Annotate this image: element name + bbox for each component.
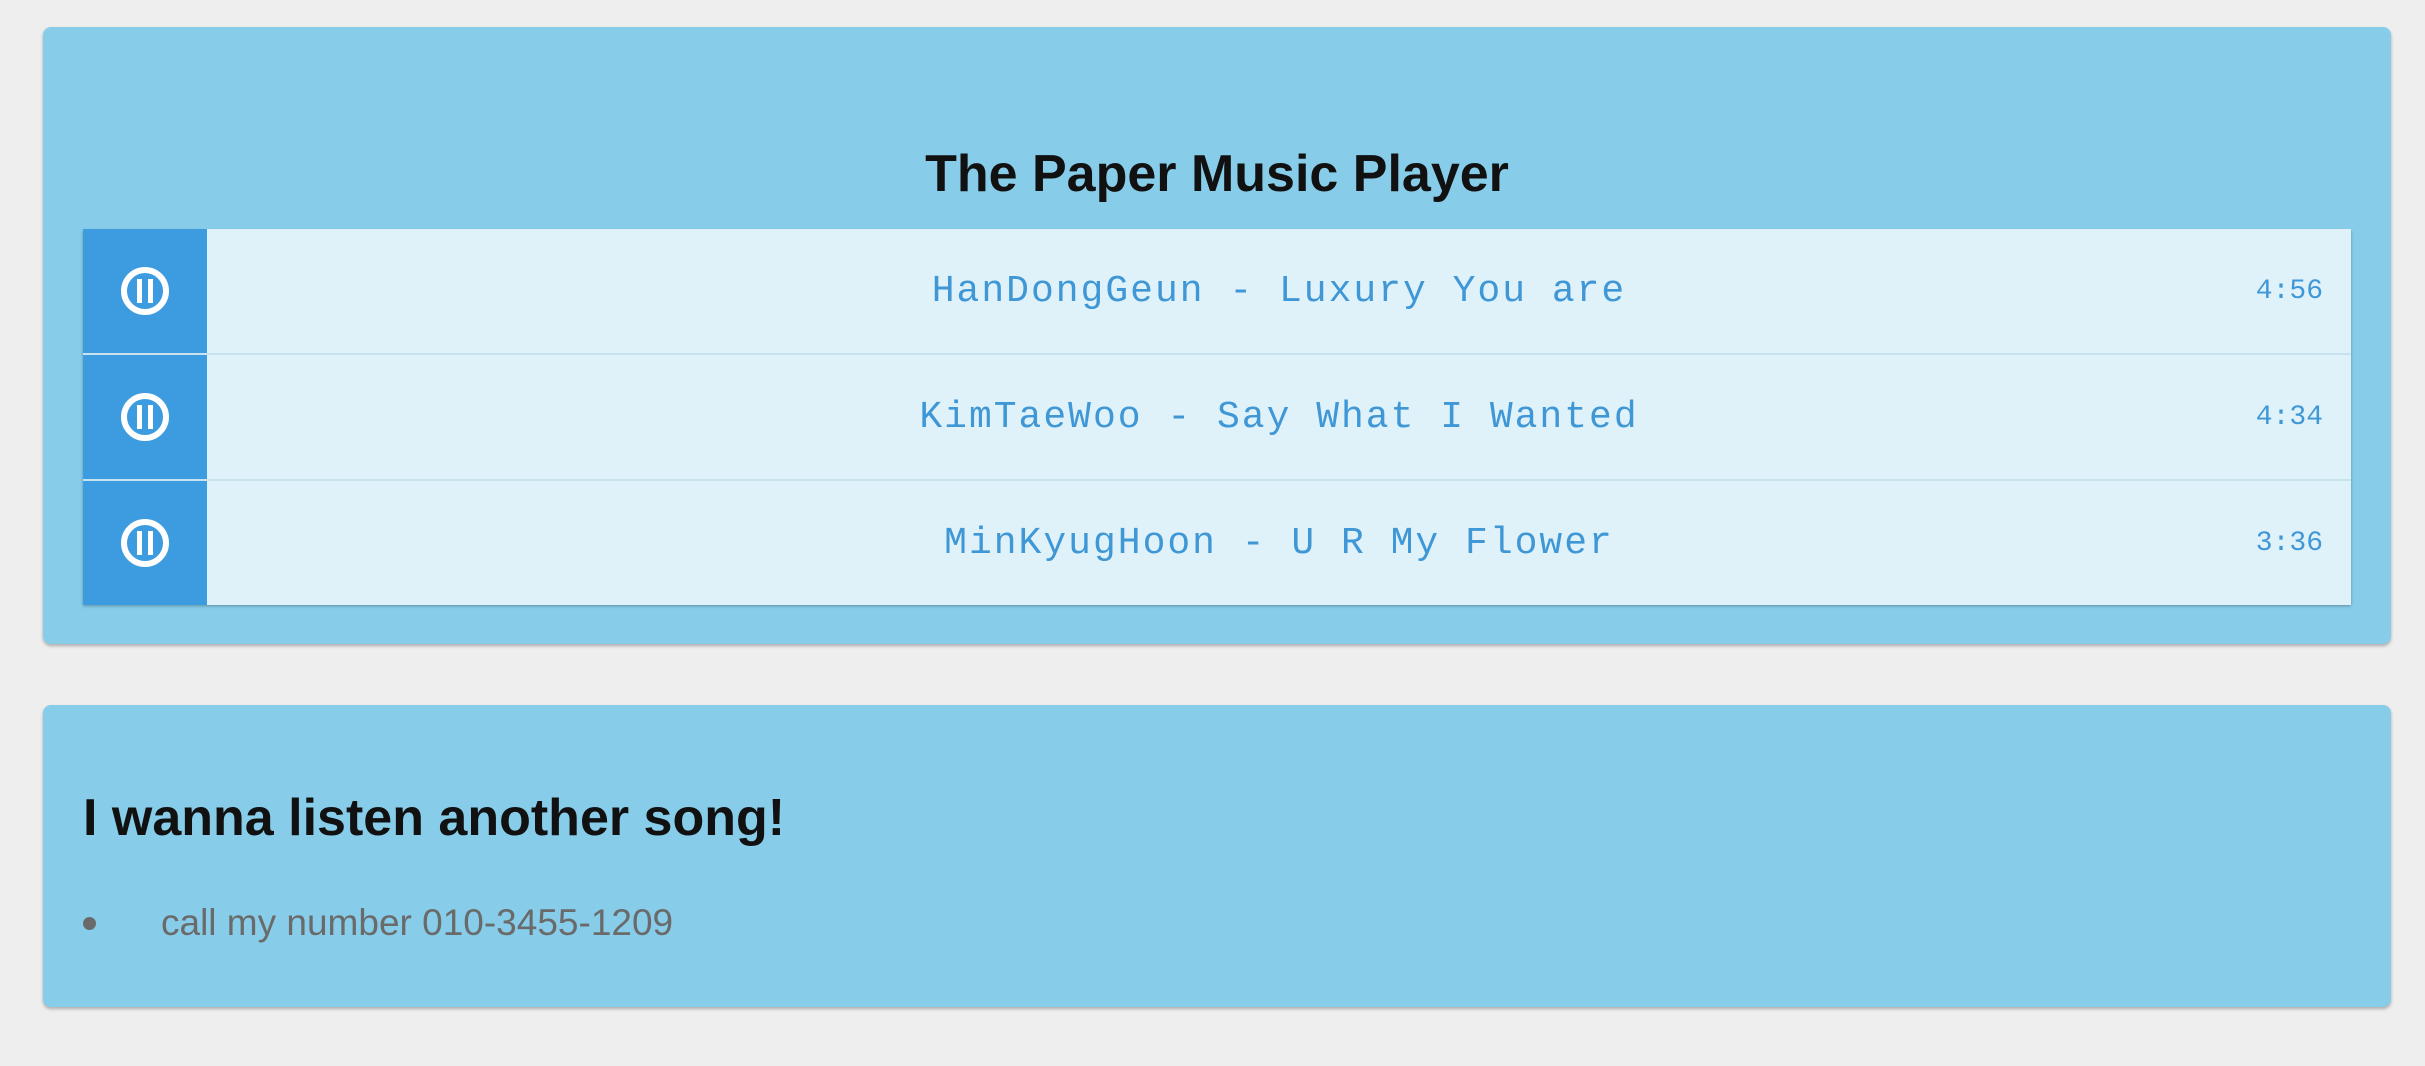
play-circle-icon xyxy=(121,519,169,567)
player-title: The Paper Music Player xyxy=(925,145,1509,203)
player-card: The Paper Music Player HanDongGeun - Lux… xyxy=(43,27,2391,644)
track-body[interactable]: MinKyugHoon - U R My Flower 3:36 xyxy=(207,481,2351,605)
track-title: MinKyugHoon - U R My Flower xyxy=(944,521,1614,565)
play-button[interactable] xyxy=(83,229,207,353)
bullet-icon xyxy=(83,917,96,930)
list-item: call my number 010-3455-1209 xyxy=(83,901,673,945)
track-title: HanDongGeun - Luxury You are xyxy=(931,269,1627,313)
play-button[interactable] xyxy=(83,355,207,479)
play-circle-icon xyxy=(121,393,169,441)
contact-card: I wanna listen another song! call my num… xyxy=(43,705,2391,1007)
track-title: KimTaeWoo - Say What I Wanted xyxy=(919,395,1639,439)
contact-text: call my number 010-3455-1209 xyxy=(161,902,674,943)
track-duration: 3:36 xyxy=(2255,527,2323,559)
track-row[interactable]: MinKyugHoon - U R My Flower 3:36 xyxy=(83,479,2351,605)
track-row[interactable]: HanDongGeun - Luxury You are 4:56 xyxy=(83,229,2351,353)
track-body[interactable]: HanDongGeun - Luxury You are 4:56 xyxy=(207,229,2351,353)
play-circle-icon xyxy=(121,267,169,315)
track-body[interactable]: KimTaeWoo - Say What I Wanted 4:34 xyxy=(207,355,2351,479)
track-duration: 4:34 xyxy=(2255,401,2323,433)
contact-title: I wanna listen another song! xyxy=(83,789,786,847)
track-row[interactable]: KimTaeWoo - Say What I Wanted 4:34 xyxy=(83,353,2351,479)
play-button[interactable] xyxy=(83,481,207,605)
playlist: HanDongGeun - Luxury You are 4:56 KimTae… xyxy=(83,229,2351,605)
track-duration: 4:56 xyxy=(2255,275,2323,307)
contact-list: call my number 010-3455-1209 xyxy=(83,901,673,945)
